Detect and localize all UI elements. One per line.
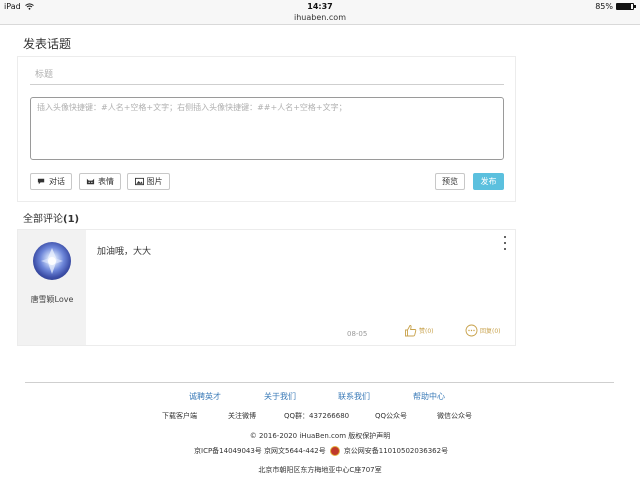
footer-qq-public[interactable]: QQ公众号 (375, 411, 407, 421)
comments-heading: 全部评论(1) (23, 210, 79, 225)
clock: 14:37 (307, 2, 333, 11)
footer-link-contact[interactable]: 联系我们 (338, 391, 370, 402)
author-name[interactable]: 唐雪颖Love (18, 294, 86, 305)
comment-item: 唐雪颖Love 加油哦，大大 08-05 赞(0) 回复(0) (17, 229, 516, 346)
footer-link-help[interactable]: 帮助中心 (413, 391, 445, 402)
preview-button[interactable]: 预览 (435, 173, 465, 190)
dialog-label: 对话 (49, 177, 65, 186)
chat-icon (37, 178, 45, 185)
status-bar: iPad 14:37 85% (0, 0, 640, 13)
thumbs-up-icon (405, 325, 417, 337)
footer-link-careers[interactable]: 诚聘英才 (189, 391, 221, 402)
composer-panel: 对话 表情 图片 预览 发布 (17, 56, 516, 202)
reply-label: 回复(0) (480, 328, 501, 335)
publish-button[interactable]: 发布 (473, 173, 504, 190)
footer-link-about[interactable]: 关于我们 (264, 391, 296, 402)
police-badge-icon (329, 446, 340, 456)
comment-text: 加油哦，大大 (97, 247, 152, 257)
cat-face-icon (86, 178, 95, 185)
comments-heading-label: 全部评论 (23, 214, 63, 225)
avatar[interactable] (33, 242, 71, 280)
dialog-button[interactable]: 对话 (30, 173, 72, 190)
footer-copyright: © 2016-2020 iHuaBen.com 版权保护声明 (249, 432, 391, 440)
author-column: 唐雪颖Love (18, 230, 86, 345)
emoji-button[interactable]: 表情 (79, 173, 121, 190)
composer-heading: 发表话题 (23, 37, 72, 51)
like-button[interactable]: 赞(0) (404, 324, 434, 337)
url-bar[interactable]: ihuaben.com (0, 13, 640, 25)
status-right: 85% (595, 2, 636, 11)
police-record[interactable]: 京公网安备11010502036362号 (344, 446, 448, 456)
picture-icon (134, 177, 144, 186)
like-label: 赞(0) (419, 328, 434, 335)
footer-wechat-public[interactable]: 微信公众号 (437, 411, 472, 421)
battery-icon (616, 3, 636, 10)
footer-icp: 京ICP备14049043号 京网文5644-442号 京公网安备1101050… (194, 446, 448, 456)
comment-date: 08-05 (347, 330, 368, 338)
footer-qq-group: QQ群：437266680 (284, 412, 350, 420)
image-label: 图片 (146, 177, 163, 186)
footer-weibo[interactable]: 关注微博 (228, 411, 256, 421)
footer-divider (25, 382, 614, 383)
footer-address: 北京市朝阳区东方梅地亚中心C座707室 (258, 466, 382, 474)
comments-count: (1) (63, 214, 80, 225)
battery-fill (617, 4, 631, 9)
footer-download-app[interactable]: 下载客户端 (162, 411, 197, 421)
emoji-label: 表情 (98, 177, 114, 186)
title-input[interactable] (30, 65, 504, 85)
icp-text[interactable]: 京ICP备14049043号 京网文5644-442号 (194, 446, 326, 456)
reply-button[interactable]: 回复(0) (465, 324, 501, 337)
avatar-art (41, 248, 63, 274)
battery-percent: 85% (595, 2, 613, 11)
reply-bubble-icon (465, 324, 478, 337)
body-input[interactable] (30, 97, 504, 160)
image-button[interactable]: 图片 (127, 173, 170, 190)
more-options-icon[interactable] (502, 236, 508, 250)
